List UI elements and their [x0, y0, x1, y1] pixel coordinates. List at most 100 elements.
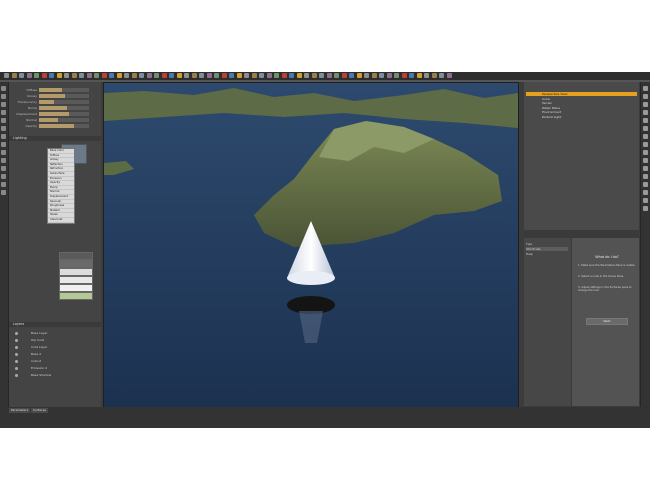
pane-toggle-icon[interactable]: [643, 174, 648, 179]
camera-icon[interactable]: [349, 73, 354, 78]
scene-node-row[interactable]: Cone: [526, 97, 637, 101]
tool-icon[interactable]: [1, 158, 6, 163]
render-icon[interactable]: [221, 73, 227, 78]
select-icon[interactable]: [64, 73, 69, 78]
camera-icon[interactable]: [289, 73, 294, 78]
select-icon[interactable]: [364, 73, 369, 78]
rotate-icon[interactable]: [319, 73, 324, 78]
rotate-icon[interactable]: [439, 73, 444, 78]
bottom-tab[interactable]: Parameters: [9, 408, 31, 413]
move-icon[interactable]: [11, 73, 17, 78]
tips-next-button[interactable]: Next: [586, 318, 628, 325]
eye-icon[interactable]: [15, 359, 18, 363]
pane-toggle-icon[interactable]: [643, 86, 648, 91]
camera-icon[interactable]: [109, 73, 114, 78]
scale-icon[interactable]: [266, 73, 272, 78]
select-icon[interactable]: [4, 73, 9, 78]
camera-icon[interactable]: [409, 73, 414, 78]
slider-track[interactable]: [39, 124, 89, 128]
property-slider[interactable]: Glossy: [11, 94, 91, 98]
eye-icon[interactable]: [15, 366, 18, 370]
layer-row[interactable]: Emission 2: [15, 365, 95, 371]
pane-toggle-icon[interactable]: [643, 206, 648, 211]
select-icon[interactable]: [424, 73, 429, 78]
scale-icon[interactable]: [446, 73, 452, 78]
pane-toggle-icon[interactable]: [643, 118, 648, 123]
select-icon[interactable]: [184, 73, 189, 78]
tool-icon[interactable]: [1, 190, 6, 195]
rotate-icon[interactable]: [259, 73, 264, 78]
section-header-lighting[interactable]: Lighting: [9, 136, 101, 141]
section-header-layers[interactable]: Layers: [9, 322, 101, 327]
select-icon[interactable]: [304, 73, 309, 78]
camera-icon[interactable]: [49, 73, 54, 78]
layer-row[interactable]: Cutout: [15, 358, 95, 364]
eye-icon[interactable]: [15, 352, 18, 356]
tool-icon[interactable]: [1, 102, 6, 107]
scene-node-row[interactable]: Terrain: [526, 101, 637, 105]
layer-row[interactable]: Coat Layer: [15, 344, 95, 350]
light-icon[interactable]: [176, 73, 182, 78]
render-icon[interactable]: [281, 73, 287, 78]
tool-icon[interactable]: [1, 142, 6, 147]
render-icon[interactable]: [161, 73, 167, 78]
light-icon[interactable]: [356, 73, 362, 78]
scene-node-row[interactable]: Environment: [526, 110, 637, 114]
universal-icon[interactable]: [154, 73, 159, 78]
rotate-icon[interactable]: [139, 73, 144, 78]
color-swatch[interactable]: [59, 292, 93, 300]
scale-icon[interactable]: [326, 73, 332, 78]
tips-list-item[interactable]: Tips: [526, 242, 568, 246]
bottom-tab[interactable]: Surfaces: [31, 408, 48, 413]
render-icon[interactable]: [101, 73, 107, 78]
rotate-icon[interactable]: [79, 73, 84, 78]
tool-icon[interactable]: [1, 86, 6, 91]
light-icon[interactable]: [116, 73, 122, 78]
property-slider[interactable]: Translucency: [11, 100, 91, 104]
pane-toggle-icon[interactable]: [643, 94, 648, 99]
layer-row[interactable]: Top Coat: [15, 337, 95, 343]
move-icon[interactable]: [251, 73, 257, 78]
color-swatch[interactable]: [59, 268, 93, 276]
scene-node-row[interactable]: Perspective View: [526, 92, 637, 96]
render-icon[interactable]: [401, 73, 407, 78]
select-icon[interactable]: [244, 73, 249, 78]
pane-toggle-icon[interactable]: [643, 166, 648, 171]
select-icon[interactable]: [124, 73, 129, 78]
scale-icon[interactable]: [26, 73, 32, 78]
eye-icon[interactable]: [15, 338, 18, 342]
tool-icon[interactable]: [1, 134, 6, 139]
tips-list-item[interactable]: Shortcuts: [526, 247, 568, 251]
pane-toggle-icon[interactable]: [643, 110, 648, 115]
pane-toggle-icon[interactable]: [643, 190, 648, 195]
property-slider[interactable]: Bump: [11, 106, 91, 110]
slider-track[interactable]: [39, 100, 89, 104]
slider-track[interactable]: [39, 94, 89, 98]
3d-viewport[interactable]: [103, 82, 519, 409]
tool-icon[interactable]: [1, 110, 6, 115]
scale-icon[interactable]: [206, 73, 212, 78]
pane-toggle-icon[interactable]: [643, 134, 648, 139]
color-swatch[interactable]: [59, 276, 93, 284]
layer-row[interactable]: Base Layer: [15, 330, 95, 336]
slider-track[interactable]: [39, 118, 89, 122]
rotate-icon[interactable]: [199, 73, 204, 78]
move-icon[interactable]: [431, 73, 437, 78]
tool-icon[interactable]: [1, 174, 6, 179]
scale-icon[interactable]: [146, 73, 152, 78]
pane-toggle-icon[interactable]: [643, 126, 648, 131]
color-swatch[interactable]: [59, 260, 93, 268]
property-slider[interactable]: Normal: [11, 118, 91, 122]
tool-icon[interactable]: [1, 166, 6, 171]
render-icon[interactable]: [41, 73, 47, 78]
universal-icon[interactable]: [214, 73, 219, 78]
scale-icon[interactable]: [386, 73, 392, 78]
light-icon[interactable]: [416, 73, 422, 78]
pane-toggle-icon[interactable]: [643, 142, 648, 147]
property-slider[interactable]: Opacity: [11, 124, 91, 128]
layer-row[interactable]: Base Shadow: [15, 372, 95, 378]
render-icon[interactable]: [341, 73, 347, 78]
pane-toggle-icon[interactable]: [643, 102, 648, 107]
light-icon[interactable]: [236, 73, 242, 78]
color-swatch[interactable]: [59, 252, 93, 260]
